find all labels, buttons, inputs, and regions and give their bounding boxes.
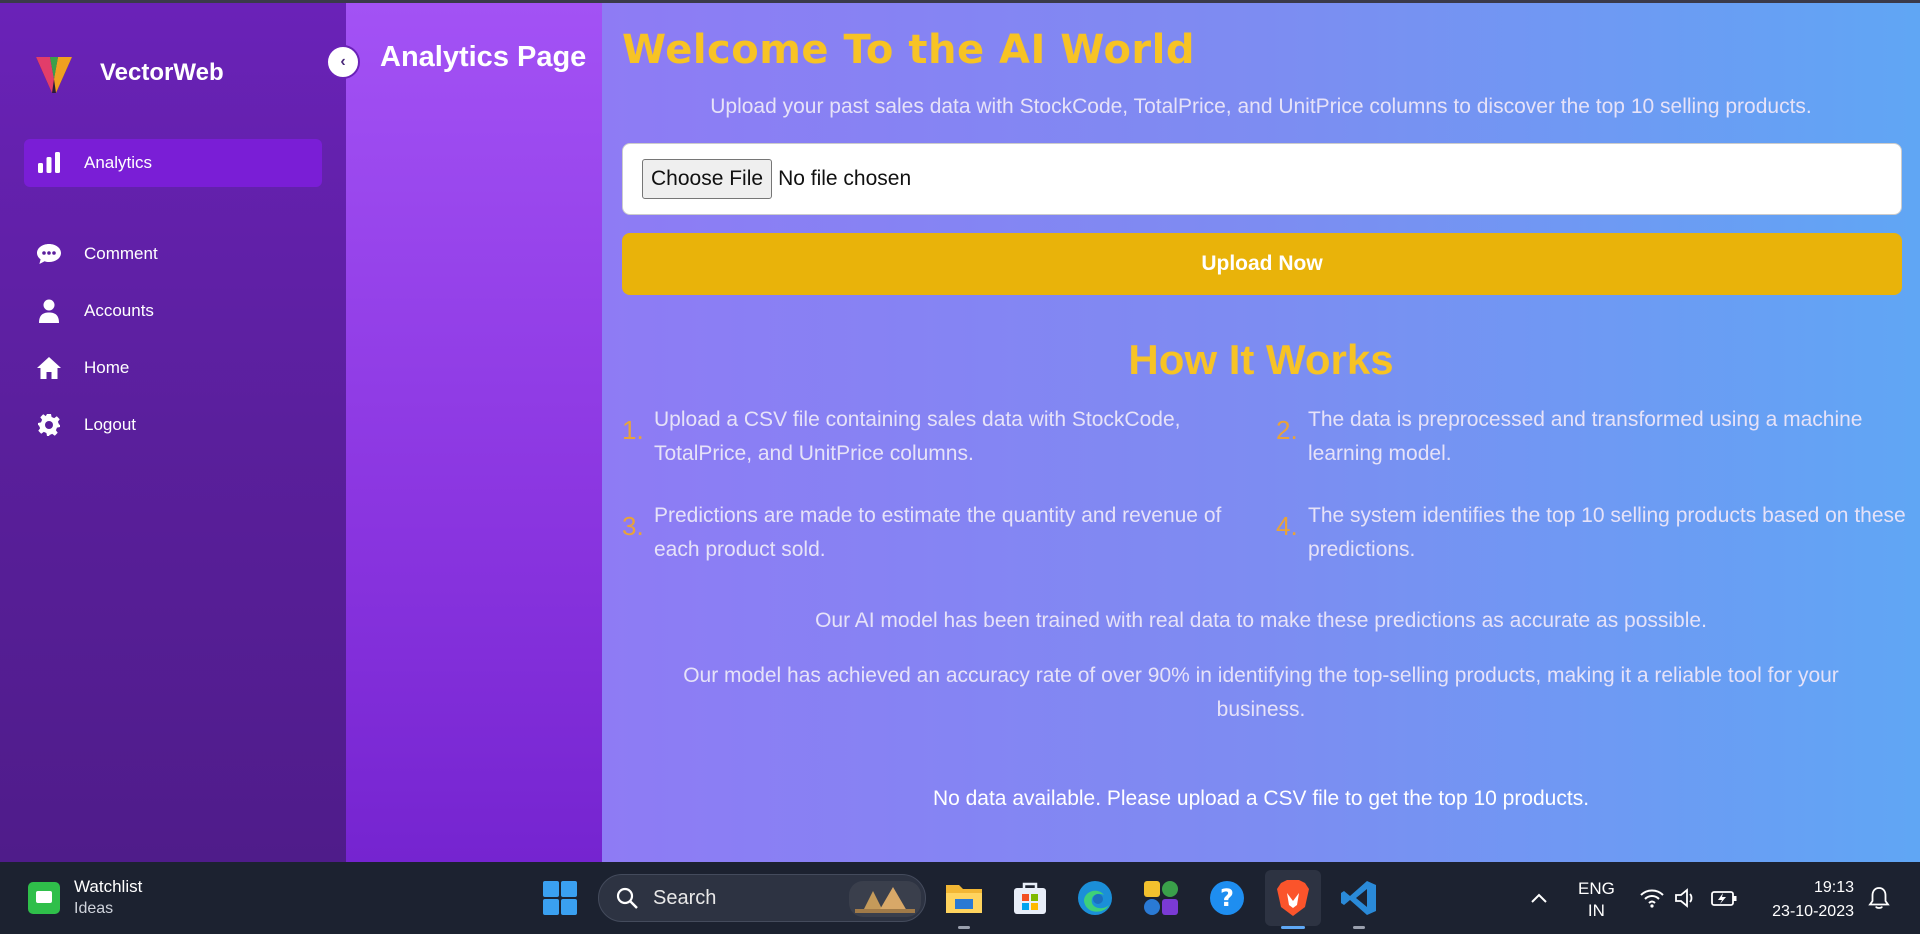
start-button[interactable] <box>540 878 580 918</box>
header-panel: Analytics Page <box>346 3 602 862</box>
input-language-indicator[interactable]: ENG IN <box>1578 878 1615 922</box>
notifications-button[interactable] <box>1864 878 1894 918</box>
speaker-icon <box>1675 888 1693 908</box>
sidebar-collapse-button[interactable]: ‹ <box>326 45 360 79</box>
sidebar-item-label: Home <box>84 358 130 377</box>
gear-icon <box>36 412 62 438</box>
search-icon <box>616 887 638 909</box>
how-it-works-heading: How It Works <box>1128 336 1394 383</box>
page-title: Analytics Page <box>380 41 587 73</box>
running-indicator <box>958 926 970 929</box>
vectorweb-logo-icon <box>36 57 72 93</box>
step-text: Upload a CSV file containing sales data … <box>654 408 1181 465</box>
no-data-message: No data available. Please upload a CSV f… <box>932 787 1590 810</box>
edge-icon <box>1078 881 1112 915</box>
store-icon <box>1014 882 1046 914</box>
step-item: 4. The system identifies the top 10 sell… <box>1276 499 1912 567</box>
main-content: Welcome To the AI World Upload your past… <box>602 3 1920 862</box>
puzzle-app-icon <box>1144 881 1178 915</box>
watchlist-icon <box>28 882 60 914</box>
comment-icon <box>36 241 62 267</box>
network-button[interactable] <box>1632 878 1672 918</box>
user-icon <box>36 298 62 324</box>
step-text: The system identifies the top 10 selling… <box>1308 504 1906 561</box>
taskbar-search[interactable]: Search <box>598 874 926 922</box>
home-icon <box>36 355 62 381</box>
brave-lion-icon <box>1277 880 1309 916</box>
store-button[interactable] <box>1010 878 1050 918</box>
windows-logo-icon <box>543 881 577 915</box>
volume-button[interactable] <box>1668 878 1704 918</box>
brand[interactable]: VectorWeb <box>30 47 224 99</box>
watchlist-widget[interactable]: Watchlist Ideas <box>28 876 142 920</box>
step-item: 1. Upload a CSV file containing sales da… <box>622 403 1276 471</box>
widget-title: Watchlist <box>74 877 143 896</box>
file-explorer-button[interactable] <box>944 878 984 918</box>
vscode-icon <box>1341 881 1376 915</box>
sidebar-item-comment[interactable]: Comment <box>24 230 322 278</box>
step-number: 1. <box>622 415 644 445</box>
sidebar-item-label: Analytics <box>84 153 153 172</box>
step-item: 3. Predictions are made to estimate the … <box>622 499 1276 567</box>
search-label: Search <box>653 886 717 909</box>
battery-charging-icon <box>1711 891 1737 906</box>
widget-subtitle: Ideas <box>74 900 114 917</box>
sidebar-item-analytics[interactable]: Analytics <box>24 139 322 187</box>
step-number: 3. <box>622 511 644 541</box>
sidebar-item-accounts[interactable]: Accounts <box>24 287 322 335</box>
upload-now-button[interactable]: Upload Now <box>622 233 1902 295</box>
welcome-heading: Welcome To the AI World <box>622 27 1196 73</box>
file-status-text: No file chosen <box>778 167 912 190</box>
step-number: 4. <box>1276 511 1298 541</box>
taskbar: Watchlist Ideas Search ? ENG IN 19:13 23… <box>0 862 1920 934</box>
search-highlight-image-icon <box>849 881 921 917</box>
show-hidden-icons-button[interactable] <box>1519 878 1559 918</box>
sidebar-item-label: Comment <box>84 244 158 263</box>
file-input[interactable]: Choose File No file chosen <box>622 143 1902 215</box>
step-text: Predictions are made to estimate the qua… <box>654 504 1222 561</box>
clock-date: 23-10-2023 <box>1772 903 1854 920</box>
help-icon: ? <box>1210 881 1244 915</box>
bar-chart-icon <box>36 150 62 176</box>
steps-list: 1. Upload a CSV file containing sales da… <box>622 403 1912 567</box>
chevron-left-icon: ‹ <box>340 53 346 70</box>
accuracy-note: Our model has achieved an accuracy rate … <box>683 664 1839 721</box>
sidebar: VectorWeb Analytics Comment Accounts Hom… <box>0 3 346 862</box>
active-indicator <box>1281 926 1305 929</box>
help-button[interactable]: ? <box>1207 878 1247 918</box>
sidebar-nav: Analytics Comment Accounts Home Logout <box>24 139 322 458</box>
system-clock[interactable]: 19:13 23-10-2023 <box>1758 876 1854 924</box>
choose-file-button[interactable]: Choose File <box>642 159 773 199</box>
sidebar-item-logout[interactable]: Logout <box>24 401 322 449</box>
region-code: IN <box>1587 901 1605 920</box>
sidebar-item-label: Logout <box>84 415 136 434</box>
brand-name: VectorWeb <box>100 59 224 86</box>
clock-time: 19:13 <box>1813 879 1854 896</box>
model-note: Our AI model has been trained with real … <box>815 609 1707 632</box>
running-indicator <box>1353 926 1365 929</box>
battery-button[interactable] <box>1704 878 1744 918</box>
svg-text:?: ? <box>1220 884 1234 912</box>
upload-instructions: Upload your past sales data with StockCo… <box>710 95 1812 118</box>
step-item: 2. The data is preprocessed and transfor… <box>1276 403 1912 471</box>
app-button[interactable] <box>1141 878 1181 918</box>
step-number: 2. <box>1276 415 1298 445</box>
edge-browser-button[interactable] <box>1075 878 1115 918</box>
step-text: The data is preprocessed and transformed… <box>1308 408 1863 465</box>
sidebar-item-label: Accounts <box>84 301 154 320</box>
folder-icon <box>946 885 982 913</box>
wifi-icon <box>1640 889 1664 908</box>
vscode-button[interactable] <box>1339 878 1379 918</box>
brave-browser-button[interactable] <box>1273 878 1313 918</box>
chevron-up-icon <box>1531 893 1547 903</box>
bell-icon <box>1868 887 1890 909</box>
sidebar-item-home[interactable]: Home <box>24 344 322 392</box>
language-code: ENG <box>1578 879 1615 898</box>
